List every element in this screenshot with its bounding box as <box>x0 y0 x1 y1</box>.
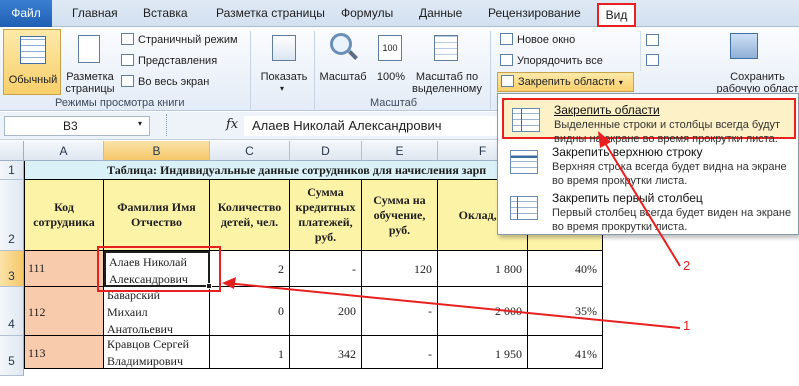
arrow-line-2 <box>601 137 681 267</box>
annotation-label-2: 2 <box>683 258 691 273</box>
annotation-arrows <box>222 131 681 329</box>
arrow-head-1 <box>222 277 236 289</box>
arrow-line-1 <box>225 282 681 329</box>
arrow-head-2 <box>598 131 611 148</box>
annotation-label-1: 1 <box>683 318 691 333</box>
